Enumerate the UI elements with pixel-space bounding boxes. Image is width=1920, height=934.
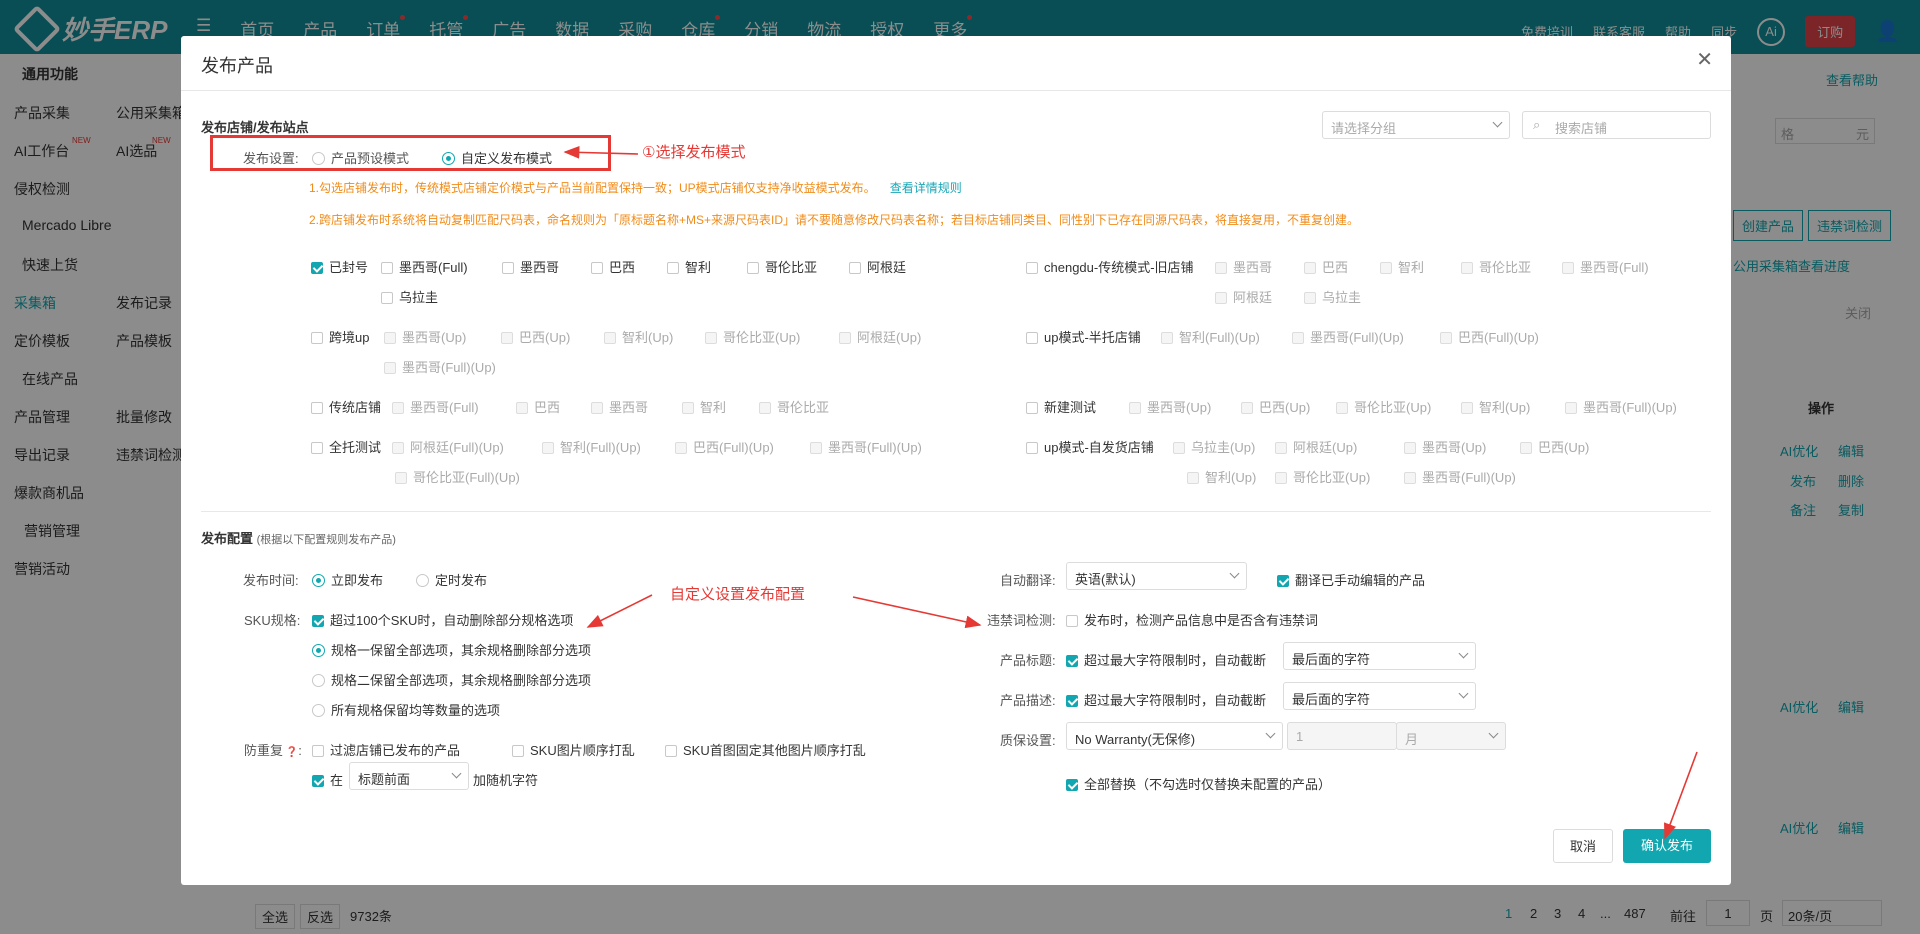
annotation-arrow — [1664, 751, 1698, 840]
annotation-arrow — [563, 145, 639, 159]
annotation-arrow — [586, 594, 653, 628]
annotation-arrow — [852, 596, 982, 629]
annotation-arrows — [563, 145, 1698, 840]
